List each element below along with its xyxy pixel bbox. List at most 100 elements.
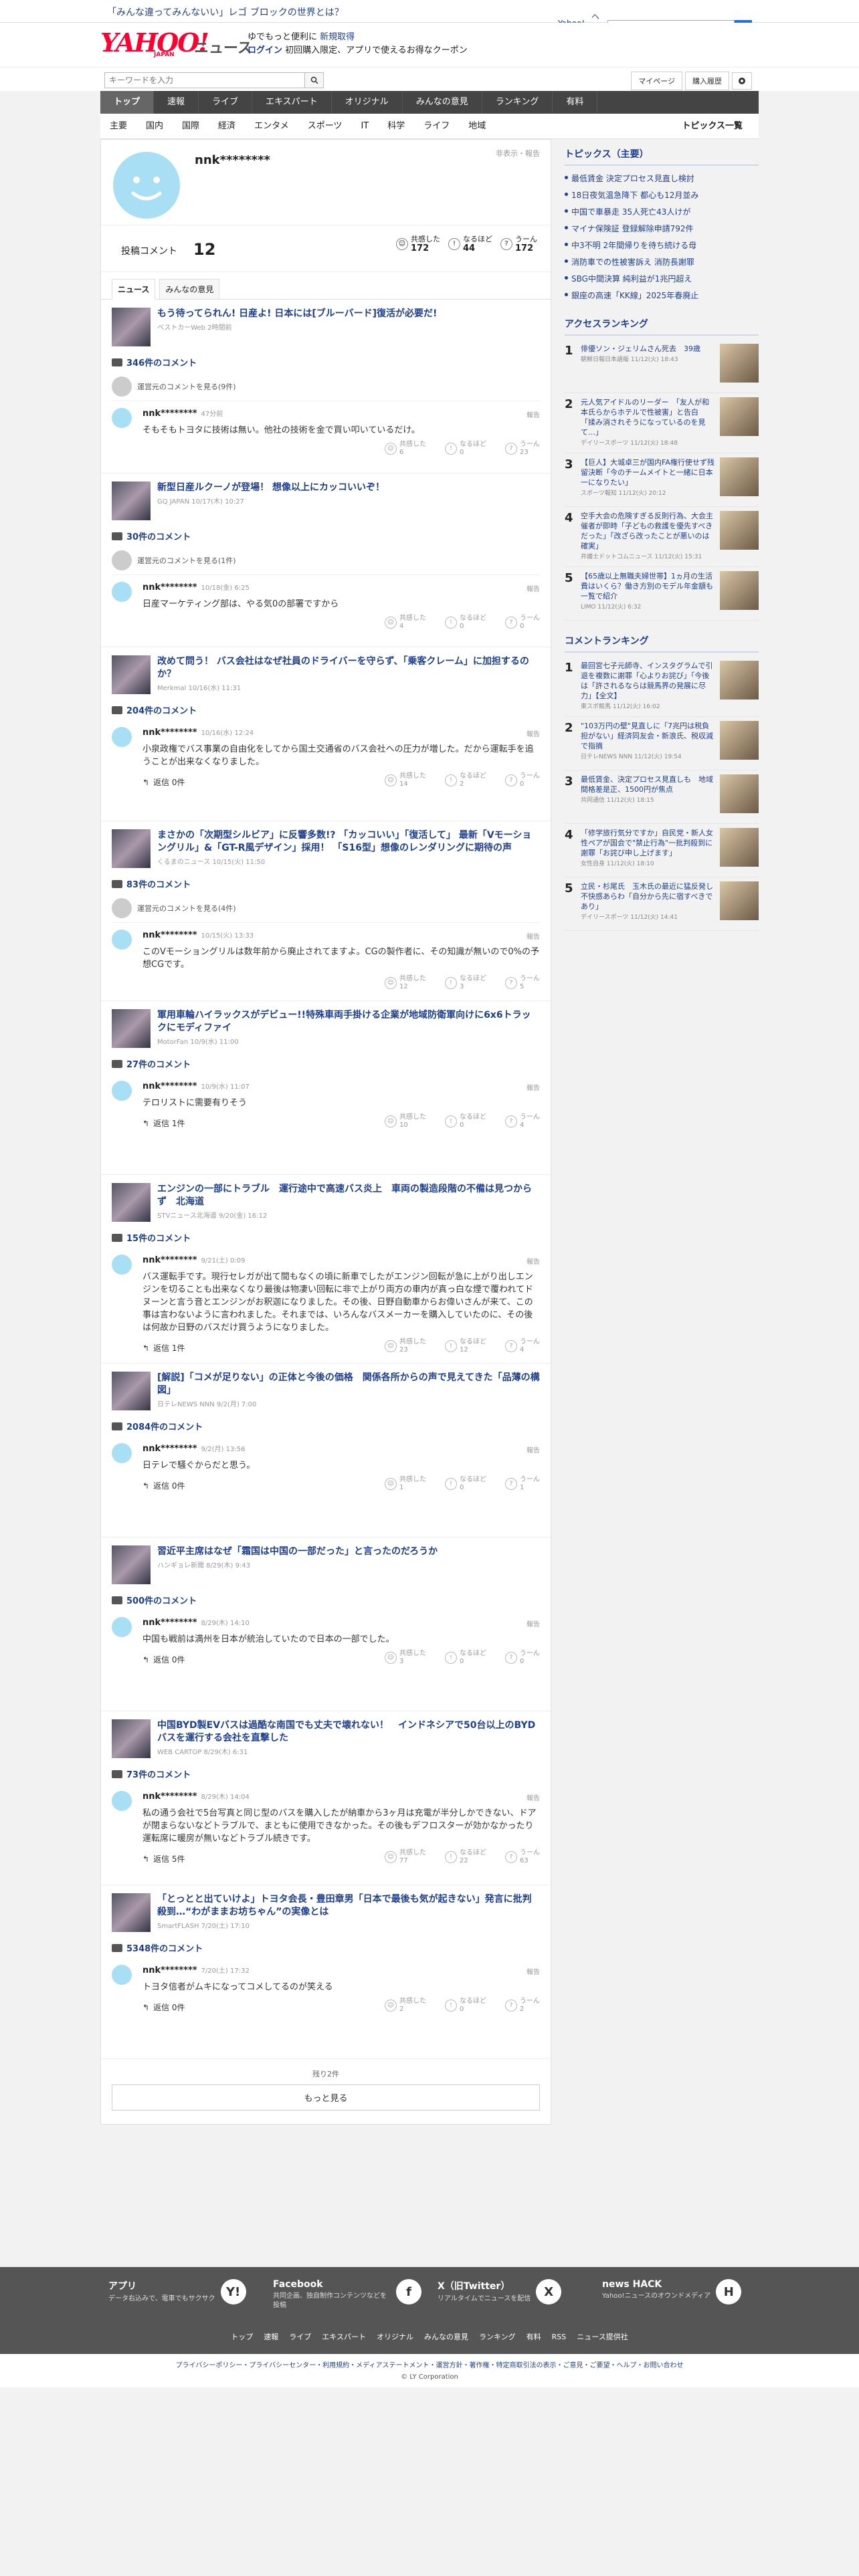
cat-science[interactable]: 科学 <box>378 114 414 138</box>
cat-life[interactable]: ライフ <box>414 114 459 138</box>
ranking-item[interactable]: 4 「修学旅行気分ですか」自民党・新人女性ペアが国会で"禁止行為"一批判殺到に謝罪… <box>565 824 759 877</box>
reaction-agree-button[interactable]: ☺ 共感した 23 <box>385 1338 426 1354</box>
rank-title[interactable]: 立民・杉尾氏 玉木氏の最近に猛反発し不快感あらわ「自分から先に宿すべきであり」デ… <box>581 881 716 926</box>
report-link[interactable]: 報告 <box>527 1966 540 1976</box>
article-card[interactable]: [解説]「コメが足りない」の正体と今後の価格 関係各所からの声で見えてきた「品薄… <box>112 1372 540 1414</box>
footer-link[interactable]: トップ <box>231 2333 253 2341</box>
reaction-agree-button[interactable]: ☺ 共感した 4 <box>385 615 426 631</box>
rank-title[interactable]: 「修学旅行気分ですか」自民党・新人女性ペアが国会で"禁止行為"一批判殺到に謝罪「… <box>581 828 716 873</box>
tab-opinions[interactable]: みんなの意見 <box>159 279 220 299</box>
reaction-insight-button[interactable]: ! なるほど 2 <box>445 772 486 788</box>
cat-entertainment[interactable]: エンタメ <box>245 114 298 138</box>
footer-2-icon[interactable]: X <box>536 2279 562 2304</box>
login-link[interactable]: ログイン <box>248 45 282 56</box>
reaction-hmm-button[interactable]: ? うーん 0 <box>505 772 540 788</box>
nav-live[interactable]: ライブ <box>199 91 253 114</box>
topics-list-link[interactable]: トピックス一覧 <box>672 114 752 139</box>
reaction-agree-button[interactable]: ☺ 共感した 10 <box>385 1113 426 1130</box>
comment-count-link[interactable]: 15件のコメント <box>112 1231 540 1244</box>
reaction-insight-button[interactable]: ! なるほど 0 <box>445 1113 486 1130</box>
footer-col[interactable]: アプリ データ右込みで、電車でもサクサク Y! <box>100 2279 265 2311</box>
official-comments-row[interactable]: 運営元のコメントを見る(4件) <box>112 894 540 923</box>
ranking-item[interactable]: 2 元人気アイドルのリーダー 「友人が和本氏らからホテルで性被害」と告白 「揉み消… <box>565 393 759 453</box>
cat-it[interactable]: IT <box>351 114 378 138</box>
footer-link[interactable]: オリジナル <box>377 2333 413 2341</box>
rank-title[interactable]: 【65歳以上無職夫婦世帯】1ヵ月の生活費はいくら？働き方別のモデル年金額も一覧で… <box>581 571 716 616</box>
cat-international[interactable]: 国際 <box>173 114 209 138</box>
reaction-hmm-button[interactable]: ? うーん 23 <box>505 441 540 457</box>
reaction-hmm-button[interactable]: ? うーん 1 <box>505 1476 540 1492</box>
reaction-hmm-button[interactable]: ? うーん 5 <box>505 975 540 991</box>
rank-thumbnail[interactable] <box>720 881 759 920</box>
article-card[interactable]: エンジンの一部にトラブル 運行途中で高速バス炎上 車両の製造段階の不備は見つから… <box>112 1183 540 1226</box>
article-card[interactable]: 習近平主席はなぜ「霜国は中国の一部だった」と言ったのだろうか ハンギョレ新聞 8/… <box>112 1545 540 1588</box>
reaction-insight-button[interactable]: ! なるほど 3 <box>445 975 486 991</box>
reaction-agree-button[interactable]: ☺ 共感した 14 <box>385 772 426 788</box>
article-thumbnail[interactable] <box>112 1719 151 1758</box>
article-title[interactable]: もう待ってられん! 日産よ! 日本には[ブルーバード]復活が必要だ! <box>157 308 437 320</box>
rank-thumbnail[interactable] <box>720 344 759 383</box>
hide-report-link[interactable]: 非表示・報告 <box>496 148 540 158</box>
topic-item[interactable]: 18日夜気温急降下 都心も12月並み <box>565 187 759 203</box>
ranking-item[interactable]: 2 "103万円の壁"見直しに「7兆円は税負担がない」経済同友会・新浪氏、税収減で… <box>565 717 759 770</box>
cat-sports[interactable]: スポーツ <box>298 114 352 138</box>
article-thumbnail[interactable] <box>112 1372 151 1410</box>
ranking-item[interactable]: 3 【巨人】大城卓三が国内FA権行使せず残留決断「今のチームメイトと一緒に日本一に… <box>565 453 759 507</box>
footer-3-icon[interactable]: H <box>716 2279 742 2304</box>
article-card[interactable]: 改めて問う！ バス会社はなぜ社員のドライバーを守らず、「乗客クレーム」に加担する… <box>112 655 540 698</box>
legal-links[interactable]: プライバシーポリシー・プライバシーセンター・利用規約・メディアステートメント・運… <box>0 2359 859 2369</box>
footer-link[interactable]: エキスパート <box>322 2333 366 2341</box>
footer-col[interactable]: news HACK Yahoo!ニュースのオウンドメディア H <box>594 2279 759 2311</box>
reaction-agree-button[interactable]: ☺ 共感した 77 <box>385 1849 426 1865</box>
article-thumbnail[interactable] <box>112 1545 151 1584</box>
comment-count-link[interactable]: 30件のコメント <box>112 530 540 542</box>
cat-local[interactable]: 地域 <box>459 114 495 138</box>
article-thumbnail[interactable] <box>112 1009 151 1048</box>
nav-paid[interactable]: 有料 <box>553 91 598 114</box>
new-registration-link[interactable]: 新規取得 <box>320 32 355 42</box>
rank-title[interactable]: 元人気アイドルのリーダー 「友人が和本氏らからホテルで性被害」と告白 「揉み消さ… <box>581 397 716 449</box>
nav-top[interactable]: トップ <box>100 91 155 114</box>
rank-thumbnail[interactable] <box>720 774 759 813</box>
reaction-insight-button[interactable]: ! なるほど 0 <box>445 1476 486 1492</box>
comment-count-link[interactable]: 204件のコメント <box>112 704 540 716</box>
rank-thumbnail[interactable] <box>720 457 759 496</box>
nav-breaking[interactable]: 速報 <box>154 91 199 114</box>
ranking-item[interactable]: 1 俳優ソン・ジェリムさん死去 39歳 朝鮮日報日本語版 11/12(火) 18:4… <box>565 340 759 393</box>
ranking-item[interactable]: 5 立民・杉尾氏 玉木氏の最近に猛反発し不快感あらわ「自分から先に宿すべきであり」… <box>565 877 759 931</box>
article-thumbnail[interactable] <box>112 1183 151 1222</box>
rank-thumbnail[interactable] <box>720 828 759 867</box>
rank-title[interactable]: 俳優ソン・ジェリムさん死去 39歳 朝鮮日報日本語版 11/12(火) 18:43 <box>581 344 716 389</box>
article-title[interactable]: 改めて問う！ バス会社はなぜ社員のドライバーを守らず、「乗客クレーム」に加担する… <box>157 655 540 681</box>
keyword-input[interactable] <box>104 72 305 88</box>
report-link[interactable]: 報告 <box>527 931 540 941</box>
report-link[interactable]: 報告 <box>527 1256 540 1266</box>
reaction-insight-button[interactable]: ! なるほど 22 <box>445 1849 486 1865</box>
report-link[interactable]: 報告 <box>527 409 540 419</box>
footer-col[interactable]: Facebook 共同企画、独自制作コンテンツなどを投稿 f <box>265 2279 430 2311</box>
article-title[interactable]: 軍用車輪ハイラックスがデビュー!!特殊車両手掛ける企業が地域防衛軍向けに6x6ト… <box>157 1009 540 1035</box>
report-link[interactable]: 報告 <box>527 1082 540 1092</box>
search-icon[interactable] <box>305 72 324 88</box>
comment-count-link[interactable]: 27件のコメント <box>112 1057 540 1070</box>
reaction-agree-button[interactable]: ☺ 共感した 12 <box>385 975 426 991</box>
article-title[interactable]: まさかの「次期型シルビア」に反響多数!? 「カッコいい」「復活して」 最新「Vモ… <box>157 829 540 855</box>
rank-thumbnail[interactable] <box>720 397 759 436</box>
rank-thumbnail[interactable] <box>720 661 759 700</box>
article-card[interactable]: もう待ってられん! 日産よ! 日本には[ブルーバード]復活が必要だ! ベストカーW… <box>112 308 540 350</box>
mypage-button[interactable]: マイページ <box>631 72 682 90</box>
reaction-insight-button[interactable]: ! なるほど 0 <box>445 1998 486 2014</box>
article-card[interactable]: 中国BYD製EVバスは過酷な南国でも丈夫で壊れない！ インドネシアで50台以上の… <box>112 1719 540 1762</box>
comment-count-link[interactable]: 2084件のコメント <box>112 1420 540 1432</box>
gear-icon[interactable] <box>732 72 752 90</box>
reaction-insight-button[interactable]: ! なるほど 12 <box>445 1338 486 1354</box>
topic-item[interactable]: SBG中間決算 純利益が1兆円超え <box>565 270 759 287</box>
comment-count-link[interactable]: 5348件のコメント <box>112 1941 540 1954</box>
topic-item[interactable]: 銀座の高速「KK線」2025年春廃止 <box>565 287 759 304</box>
promo-link[interactable]: 「みんな違ってみんないい」レゴ ブロックの世界とは？ <box>107 5 344 19</box>
reaction-hmm-button[interactable]: ? うーん 0 <box>505 1650 540 1666</box>
rank-title[interactable]: "103万円の壁"見直しに「7兆円は税負担がない」経済同友会・新浪氏、税収減で指… <box>581 721 716 766</box>
footer-link[interactable]: 有料 <box>527 2333 541 2341</box>
topic-item[interactable]: マイナ保険証 登録解除申請792件 <box>565 220 759 237</box>
nav-opinions[interactable]: みんなの意見 <box>403 91 482 114</box>
